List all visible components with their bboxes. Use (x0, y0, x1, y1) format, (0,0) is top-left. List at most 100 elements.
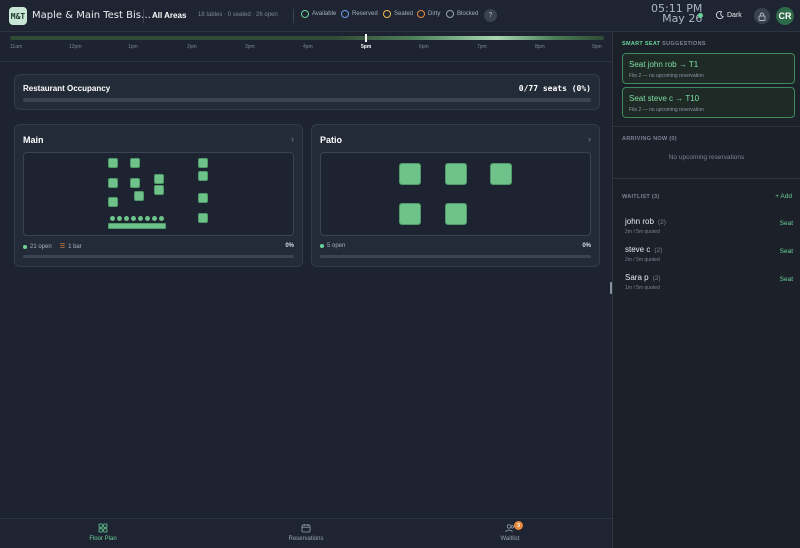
seated-ring-icon (383, 10, 391, 18)
open-count: 21 open (23, 244, 52, 250)
timeline[interactable]: 11am 12pm 1pm 2pm 3pm 4pm 5pm 6pm 7pm 8p… (0, 32, 612, 62)
seat-suggestion[interactable]: Seat john rob → T1 Fits 2 — no upcoming … (622, 53, 795, 84)
waitlist-title: WAITLIST (3) (622, 194, 660, 200)
seat-button[interactable]: Seat (780, 276, 793, 283)
table[interactable] (198, 158, 208, 168)
theme-label: Dark (727, 11, 742, 19)
user-avatar[interactable]: CR (776, 7, 794, 25)
nav-reservations[interactable]: Reservations (276, 523, 336, 542)
moon-icon (716, 11, 724, 19)
room-card-main[interactable]: Main › 21 open ☰ 1 bar 0% (14, 124, 303, 267)
waitlist-item[interactable]: Sara p (2) 1m / 5m quoted Seat (625, 273, 795, 297)
chevron-right-icon[interactable]: › (291, 134, 294, 144)
theme-toggle[interactable]: Dark (716, 11, 742, 19)
bottom-nav: Floor Plan Reservations 3 Waitlist (0, 518, 612, 548)
room-title: Patio (320, 135, 343, 145)
bar-seat[interactable] (110, 216, 115, 221)
bar-seat[interactable] (124, 216, 129, 221)
timeline-tick: 9pm (592, 44, 602, 50)
divider (613, 126, 800, 127)
online-status-dot (698, 13, 703, 18)
open-count: 5 open (320, 243, 345, 249)
table[interactable] (445, 203, 467, 225)
divider (613, 178, 800, 179)
table[interactable] (198, 171, 208, 181)
timeline-tick: 4pm (303, 44, 313, 50)
wait-time: 1m / 5m quoted (625, 285, 660, 291)
bar-seat[interactable] (138, 216, 143, 221)
chevron-right-icon[interactable]: › (588, 134, 591, 144)
suggestion-title: Seat steve c → T10 (629, 94, 700, 103)
bar-counter[interactable] (108, 223, 166, 229)
table[interactable] (445, 163, 467, 185)
venue-name[interactable]: Maple & Main Test Bis… (32, 10, 151, 21)
suggestion-subtitle: Fits 2 — no upcoming reservation (629, 73, 704, 79)
timeline-track[interactable] (10, 36, 604, 40)
table[interactable] (108, 178, 118, 188)
bar-count: ☰ 1 bar (59, 243, 82, 251)
table[interactable] (399, 203, 421, 225)
occupancy-progress-bar (23, 98, 591, 102)
waitlist-item[interactable]: steve c (2) 2m / 5m quoted Seat (625, 245, 795, 269)
table[interactable] (198, 213, 208, 223)
timeline-tick: 1pm (128, 44, 138, 50)
smart-seat-title: SMART SEAT SUGGESTIONS (622, 41, 706, 47)
blocked-ring-icon (446, 10, 454, 18)
calendar-icon (301, 524, 311, 533)
nav-waitlist[interactable]: 3 Waitlist (480, 521, 540, 542)
add-waitlist-button[interactable]: + Add (775, 193, 792, 200)
bar-seat[interactable] (131, 216, 136, 221)
suggestion-subtitle: Fits 2 — no upcoming reservation (629, 107, 704, 113)
area-selector[interactable]: All Areas (152, 11, 186, 20)
table[interactable] (108, 158, 118, 168)
table[interactable] (108, 197, 118, 207)
timeline-tick: 6pm (419, 44, 429, 50)
room-card-patio[interactable]: Patio › 5 open 0% (311, 124, 600, 267)
room-occupancy-percent: 0% (582, 243, 591, 249)
help-button[interactable]: ? (484, 9, 497, 22)
nav-label: Waitlist (500, 536, 520, 542)
legend-blocked: Blocked (446, 10, 478, 18)
party-size: (2) (652, 275, 661, 282)
table[interactable] (198, 193, 208, 203)
legend-label: Seated (394, 11, 414, 17)
timeline-tick-current: 5pm (361, 44, 372, 50)
open-dot-icon (23, 244, 27, 249)
seat-button[interactable]: Seat (780, 220, 793, 227)
floor-plan-view: Restaurant Occupancy 0/77 seats (0%) Mai… (0, 62, 612, 518)
nav-floor-plan[interactable]: Floor Plan (73, 523, 133, 542)
bar-seat[interactable] (145, 216, 150, 221)
seat-button[interactable]: Seat (780, 248, 793, 255)
table[interactable] (154, 174, 164, 184)
lock-button[interactable] (754, 8, 770, 24)
occupancy-title: Restaurant Occupancy (23, 84, 111, 93)
table[interactable] (130, 158, 140, 168)
table[interactable] (130, 178, 140, 188)
timeline-tick: 12pm (69, 44, 82, 50)
grid-icon (98, 523, 108, 533)
waitlist-item[interactable]: john rob (2) 2m / 5m quoted Seat (625, 217, 795, 241)
bar-seat[interactable] (159, 216, 164, 221)
timeline-tick: 11am (10, 44, 23, 50)
guest-name: Sara p (625, 273, 649, 282)
table[interactable] (490, 163, 512, 185)
bar-seat[interactable] (152, 216, 157, 221)
table[interactable] (154, 185, 164, 195)
available-ring-icon (301, 10, 309, 18)
table[interactable] (399, 163, 421, 185)
bar-seat[interactable] (117, 216, 122, 221)
nav-label: Reservations (288, 536, 324, 542)
seat-suggestion[interactable]: Seat steve c → T10 Fits 2 — no upcoming … (622, 87, 795, 118)
right-sidebar: SMART SEAT SUGGESTIONS Seat john rob → T… (612, 32, 800, 548)
wait-time: 2m / 5m quoted (625, 257, 660, 263)
restaurant-logo: M&T (9, 7, 27, 25)
legend-label: Dirty (428, 11, 441, 17)
lock-icon (758, 12, 766, 21)
clock-date: May 26 (662, 12, 703, 25)
bar-icon: ☰ (59, 244, 66, 250)
table[interactable] (134, 191, 144, 201)
clock: 05:11 PM May 26 (651, 3, 703, 25)
divider (143, 9, 144, 23)
legend-label: Available (312, 11, 337, 17)
dirty-ring-icon (417, 10, 425, 18)
